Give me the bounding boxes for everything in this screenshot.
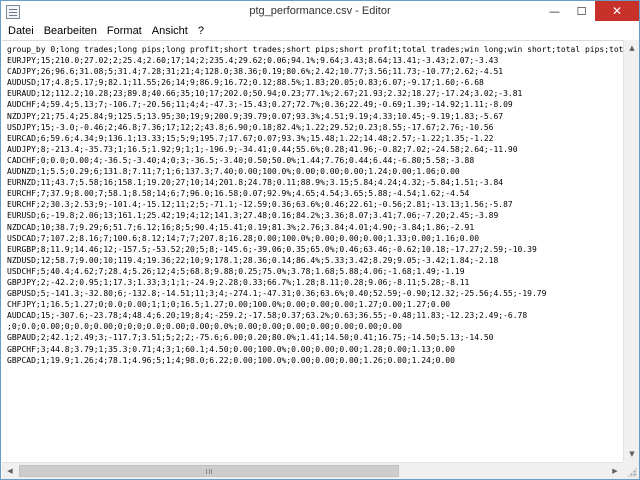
text-line: USDJPY;15;-3.0;-0.46;2;46.8;7.36;17;12;2… bbox=[7, 122, 494, 132]
window-controls: — ☐ ✕ bbox=[541, 1, 639, 21]
menu-bearbeiten[interactable]: Bearbeiten bbox=[39, 23, 102, 40]
text-line: AUDCAD;15;-307.6;-23.78;4;48.4;6.20;19;8… bbox=[7, 311, 528, 321]
text-line: EURNZD;11;43.7;5.58;16;158.1;19.20;27;10… bbox=[7, 178, 504, 188]
scroll-up-arrow-icon[interactable]: ▲ bbox=[624, 40, 640, 56]
vertical-scrollbar[interactable]: ▲ ▼ bbox=[623, 40, 639, 462]
text-line: ;0;0.0;0.00;0;0.0;0.00;0;0;0;0.0;0.00;0.… bbox=[7, 322, 402, 332]
text-line: GBPAUD;2;42.1;2.49;3;-117.7;3.51;5;2;2;-… bbox=[7, 333, 494, 343]
scroll-down-arrow-icon[interactable]: ▼ bbox=[624, 446, 640, 462]
text-line: EURCHF;2;30.3;2.53;9;-101.4;-15.12;11;2;… bbox=[7, 200, 513, 210]
text-line: NZDJPY;21;75.4;25.84;9;125.5;13.95;30;19… bbox=[7, 111, 504, 121]
close-button[interactable]: ✕ bbox=[595, 1, 639, 21]
text-line: group_by 0;long trades;long pips;long pr… bbox=[7, 45, 623, 54]
text-line: AUDUSD;17;4.8;5.17;9;82.1;11.55;26;14;9;… bbox=[7, 78, 484, 88]
horizontal-scroll-thumb[interactable] bbox=[19, 465, 399, 477]
menu-bar: Datei Bearbeiten Format Ansicht ? bbox=[1, 23, 639, 40]
text-line: USDCAD;7;107.2;8.16;7;100.6;8.12;14;7;7;… bbox=[7, 233, 480, 243]
minimize-button[interactable]: — bbox=[541, 1, 568, 21]
text-line: AUDCHF;4;59.4;5.13;7;-106.7;-20.56;11;4;… bbox=[7, 100, 513, 110]
menu-help[interactable]: ? bbox=[193, 23, 209, 40]
text-content: group_by 0;long trades;long pips;long pr… bbox=[7, 44, 623, 366]
text-line: EURUSD;6;-19.8;2.06;13;161.1;25.42;19;4;… bbox=[7, 211, 499, 221]
text-line: USDCHF;5;40.4;4.62;7;28.4;5.26;12;4;5;68… bbox=[7, 266, 465, 276]
text-line: EURAUD;12;112.2;10.28;23;89.8;40.66;35;1… bbox=[7, 89, 523, 99]
text-line: NZDUSD;12;58.7;9.00;10;119.4;19.36;22;10… bbox=[7, 255, 499, 265]
scroll-left-arrow-icon[interactable]: ◀ bbox=[2, 463, 18, 479]
scroll-right-arrow-icon[interactable]: ▶ bbox=[607, 463, 623, 479]
text-line: GBPJPY;2;-42.2;0.95;1;17.3;1.33;3;1;1;-2… bbox=[7, 277, 470, 287]
title-bar[interactable]: ptg_performance.csv - Editor — ☐ ✕ bbox=[1, 1, 639, 23]
text-line: GBPCAD;1;19.9;1.26;4;78.1;4.96;5;1;4;98.… bbox=[7, 355, 455, 365]
text-editor-area[interactable]: group_by 0;long trades;long pips;long pr… bbox=[2, 40, 623, 462]
scroll-grip-icon bbox=[206, 469, 212, 474]
text-line: AUDNZD;1;5.5;0.29;6;131.8;7.11;7;1;6;137… bbox=[7, 167, 460, 177]
text-line: CADJPY;26;96.6;31.08;5;31.4;7.28;31;21;4… bbox=[7, 67, 504, 77]
menu-datei[interactable]: Datei bbox=[3, 23, 39, 40]
text-line: CHFJPY;1;16.5;1.27;0;0.0;0.00;1;1;0;16.5… bbox=[7, 300, 451, 310]
text-line: AUDJPY;8;-213.4;-35.73;1;16.5;1.92;9;1;1… bbox=[7, 144, 518, 154]
resize-grip-icon[interactable] bbox=[627, 467, 637, 477]
maximize-button[interactable]: ☐ bbox=[568, 1, 595, 21]
text-line: GBPCHF;3;44.8;3.79;1;35.3;0.71;4;3;1;60.… bbox=[7, 344, 455, 354]
text-line: NZDCAD;10;38.7;9.29;6;51.7;6.12;16;8;5;9… bbox=[7, 222, 475, 232]
text-line: EURJPY;15;210.0;27.02;2;25.4;2.60;17;14;… bbox=[7, 56, 499, 66]
scrollbar-corner bbox=[623, 462, 639, 479]
text-line: GBPUSD;5;-141.3;-32.80;6;-132.8;-14.51;1… bbox=[7, 289, 547, 299]
horizontal-scrollbar[interactable]: ◀ ▶ bbox=[2, 462, 623, 479]
menu-format[interactable]: Format bbox=[102, 23, 147, 40]
text-line: EURCHF;7;37.9;8.00;7;58.1;8.58;14;6;7;96… bbox=[7, 189, 470, 199]
text-line: EURCAD;6;59.6;4.34;9;136.1;13.33;15;5;9;… bbox=[7, 133, 494, 143]
editor-window: ptg_performance.csv - Editor — ☐ ✕ Datei… bbox=[0, 0, 640, 480]
text-line: EURGBP;8;11.9;14.46;12;-157.5;-53.52;20;… bbox=[7, 244, 537, 254]
text-line: CADCHF;0;0.0;0.00;4;-36.5;-3.40;4;0;3;-3… bbox=[7, 155, 475, 165]
menu-ansicht[interactable]: Ansicht bbox=[147, 23, 193, 40]
